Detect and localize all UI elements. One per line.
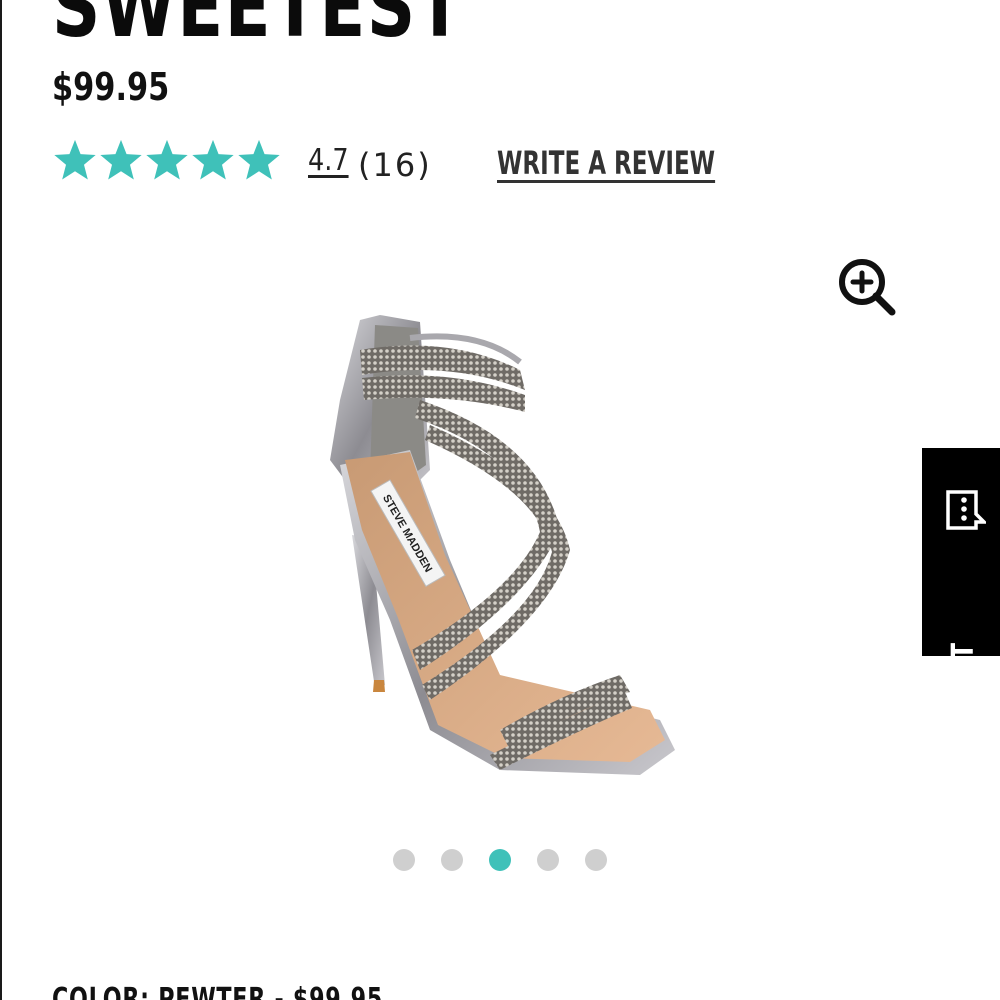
color-selection-label: COLOR: PEWTER - $99.95 (52, 982, 384, 1000)
rating-value[interactable]: 4.7 (308, 143, 349, 178)
star-icon (190, 138, 236, 182)
chat-label: CHAT (946, 642, 981, 718)
review-count: (16) (358, 146, 432, 184)
star-icon (144, 138, 190, 182)
page-edge (0, 0, 2, 1000)
rating-row: 4.7 (52, 136, 356, 184)
chat-bubble-icon (942, 484, 989, 532)
star-icon (236, 138, 282, 182)
carousel-dot[interactable] (441, 849, 463, 871)
product-page: SWEETEST $99.95 4.7 (16) WRITE A REVIEW (0, 0, 1000, 1000)
write-review-link[interactable]: WRITE A REVIEW (497, 144, 715, 182)
product-title: SWEETEST (52, 0, 465, 57)
star-icon (52, 138, 98, 182)
carousel-dot[interactable] (393, 849, 415, 871)
carousel-dots (393, 849, 607, 871)
zoom-in-icon[interactable] (836, 256, 898, 318)
product-image[interactable]: STEVE MADDEN (300, 300, 700, 790)
carousel-dot-active[interactable] (489, 849, 511, 871)
product-price: $99.95 (52, 65, 170, 109)
chat-label-wrap: CHAT (946, 618, 982, 718)
rating-stars (52, 138, 282, 182)
chat-tab[interactable]: CHAT (922, 448, 1000, 718)
carousel-dot[interactable] (585, 849, 607, 871)
carousel-dot[interactable] (537, 849, 559, 871)
star-icon (98, 138, 144, 182)
